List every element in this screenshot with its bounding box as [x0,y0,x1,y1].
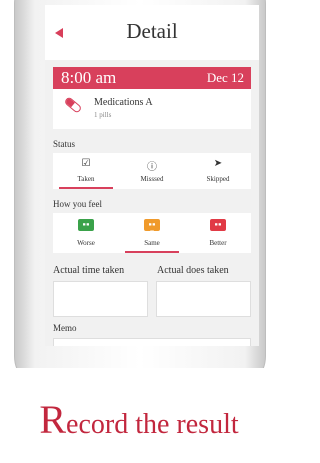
feel-better-option[interactable]: ▪▪ ◡ Better [185,213,251,253]
actual-dose-input[interactable] [156,281,251,317]
medication-card[interactable]: Medications A 1 pills [53,89,251,129]
memo-label: Memo [53,323,77,333]
feel-selector: ▪▪ ‿ Worse ▪▪ ▬ Same ▪▪ ◡ Better [53,213,251,253]
neutral-face-icon: ▪▪ ▬ [144,219,160,235]
page-title: Detail [126,19,178,43]
actual-time-label: Actual time taken [53,265,125,276]
schedule-date: Dec 12 [206,70,244,85]
actual-time-input[interactable] [53,281,148,317]
status-taken-option[interactable]: ☑ Taken [53,153,119,189]
memo-input[interactable] [53,338,251,346]
happy-face-icon: ▪▪ ◡ [210,219,226,235]
feel-same-option[interactable]: ▪▪ ▬ Same [119,213,185,253]
tagline: Record the result [39,397,239,442]
sad-face-icon: ▪▪ ‿ [78,219,94,235]
status-skipped-option[interactable]: ➤ Skipped [185,153,251,189]
medication-dose: 1 pills [94,111,112,119]
app-header: Detail [45,5,259,60]
app-screen: Detail 8:00 am Dec 12 Medications A 1 pi… [45,5,259,346]
pill-icon [63,96,83,114]
phone-frame: ●• Detail 8:00 am Dec 12 Medications A 1… [14,0,266,390]
cursor-arrow-icon: ➤ [213,158,223,169]
schedule-bar: 8:00 am Dec 12 [53,67,251,89]
checkbox-icon: ☑ [81,158,91,169]
medication-name: Medications A [94,97,153,108]
feel-label: How you feel [53,199,102,209]
schedule-time: 8:00 am [61,68,117,87]
actual-dose-label: Actual does taken [157,265,229,276]
status-missed-option[interactable]: ⓘ Misssed [119,153,185,189]
status-selector: ☑ Taken ⓘ Misssed ➤ Skipped [53,153,251,189]
feel-worse-option[interactable]: ▪▪ ‿ Worse [53,213,119,253]
alert-circle-icon: ⓘ [147,162,157,173]
status-label: Status [53,139,76,149]
